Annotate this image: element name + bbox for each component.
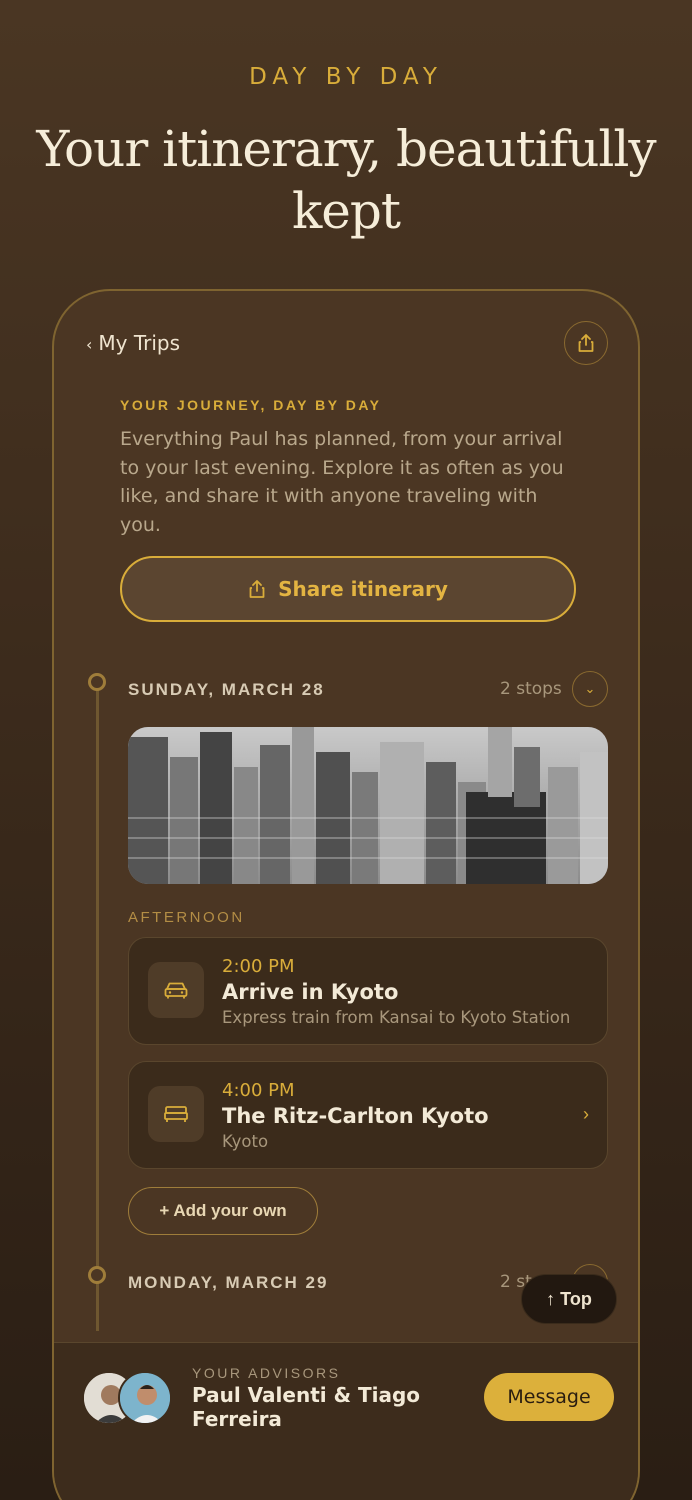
scroll-top-button[interactable]: ↑ Top xyxy=(521,1274,617,1324)
advisors-names: Paul Valenti & Tiago Ferreira xyxy=(192,1383,421,1431)
stop-card[interactable]: 2:00 PM Arrive in Kyoto Express train fr… xyxy=(128,937,608,1045)
hero-eyebrow: DAY BY DAY xyxy=(249,64,443,90)
share-itinerary-button[interactable]: Share itinerary xyxy=(120,556,576,622)
message-button[interactable]: Message xyxy=(484,1373,614,1421)
car-icon xyxy=(148,962,204,1018)
intro-eyebrow: YOUR JOURNEY, DAY BY DAY xyxy=(120,397,382,413)
day-dot xyxy=(88,673,106,691)
stop-time: 4:00 PM xyxy=(222,1080,295,1101)
share-itinerary-label: Share itinerary xyxy=(278,577,448,601)
chevron-down-icon: ⌄ xyxy=(584,681,596,696)
share-icon-button[interactable] xyxy=(564,321,608,365)
avatar[interactable] xyxy=(118,1371,172,1425)
stop-subtitle: Kyoto xyxy=(222,1132,269,1151)
intro-body: Everything Paul has planned, from your a… xyxy=(120,428,564,536)
expand-day-button[interactable]: ⌄ xyxy=(572,671,608,707)
advisors-footer: YOUR ADVISORS Paul Valenti & Tiago Ferre… xyxy=(54,1342,638,1500)
timeline-line xyxy=(96,683,99,1331)
day-dot xyxy=(88,1266,106,1284)
back-button[interactable]: ‹ My Trips xyxy=(86,331,180,355)
advisors-eyebrow: YOUR ADVISORS xyxy=(192,1365,341,1381)
stop-card[interactable]: 4:00 PM The Ritz-Carlton Kyoto Kyoto › xyxy=(128,1061,608,1169)
day-label: MONDAY, MARCH 29 xyxy=(128,1273,329,1292)
share-icon xyxy=(578,334,594,352)
add-your-own-button[interactable]: + Add your own xyxy=(128,1187,318,1235)
day-label: SUNDAY, MARCH 28 xyxy=(128,680,325,699)
city-skyline-photo xyxy=(128,727,608,884)
stop-title: Arrive in Kyoto xyxy=(222,980,399,1004)
period-label: AFTERNOON xyxy=(128,909,245,926)
stop-title: The Ritz-Carlton Kyoto xyxy=(222,1104,489,1128)
chevron-left-icon: ‹ xyxy=(86,335,93,354)
hero-headline: Your itinerary, beautifully kept xyxy=(36,120,656,240)
back-label: My Trips xyxy=(98,331,181,355)
bed-icon xyxy=(148,1086,204,1142)
stop-time: 2:00 PM xyxy=(222,956,295,977)
chevron-right-icon: › xyxy=(583,1104,589,1124)
app-frame: ‹ My Trips YOUR JOURNEY, DAY BY DAY Every… xyxy=(52,289,640,1500)
stop-subtitle: Express train from Kansai to Kyoto Stati… xyxy=(222,1008,571,1027)
stops-count: 2 stops xyxy=(500,679,562,699)
share-icon xyxy=(249,580,265,598)
skyline-image xyxy=(128,727,608,884)
